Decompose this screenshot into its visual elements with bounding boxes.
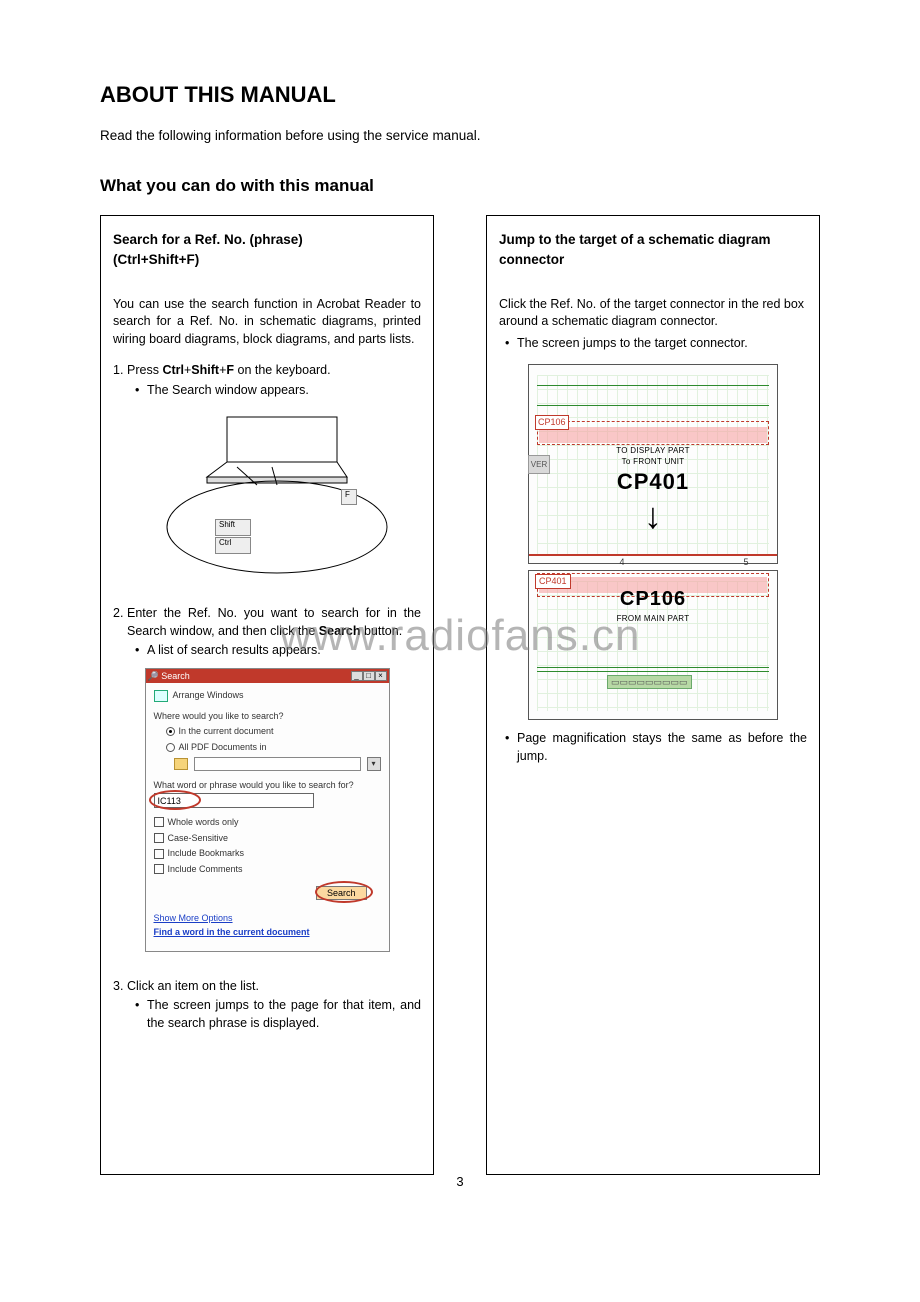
key-shift: Shift	[215, 519, 251, 536]
right-bullet1: • The screen jumps to the target connect…	[505, 335, 807, 353]
left-column: Search for a Ref. No. (phrase) (Ctrl+Shi…	[100, 215, 434, 1175]
page-number: 3	[0, 1173, 920, 1191]
right-bullet2-text: Page magnification stays the same as bef…	[517, 730, 807, 765]
left-paragraph: You can use the search function in Acrob…	[113, 296, 421, 349]
right-bullet1-text: The screen jumps to the target connector…	[517, 335, 807, 353]
arrange-windows-icon	[154, 690, 168, 702]
phrase-label: What word or phrase would you like to se…	[154, 779, 381, 792]
radio-current-label: In the current document	[179, 725, 274, 738]
ruler-top: 4 5	[529, 554, 777, 564]
checkbox-case-sensitive[interactable]	[154, 833, 164, 843]
left-heading: Search for a Ref. No. (phrase) (Ctrl+Shi…	[113, 230, 421, 269]
folder-icon	[174, 758, 188, 770]
highlight-circle-button	[315, 881, 373, 903]
schematic-center-top: TO DISPLAY PART To FRONT UNIT CP401	[529, 445, 777, 498]
opt-case-label: Case-Sensitive	[168, 832, 229, 845]
step-3: 3. Click an item on the list.	[113, 978, 421, 996]
cp401-large-label[interactable]: CP401	[529, 467, 777, 498]
left-heading-line2: (Ctrl+Shift+F)	[113, 252, 199, 267]
opt-comments-label: Include Comments	[168, 863, 243, 876]
two-columns: Search for a Ref. No. (phrase) (Ctrl+Shi…	[100, 215, 820, 1175]
schematic-bottom: CP401 CP106 FROM MAIN PART ▭▭▭▭▭▭▭▭▭	[528, 570, 778, 720]
opt-whole-words-label: Whole words only	[168, 816, 239, 829]
checkbox-include-comments[interactable]	[154, 864, 164, 874]
step1-bullet-text: The Search window appears.	[147, 382, 421, 400]
step1-bold-shift: Shift	[191, 363, 219, 377]
from-main-label: FROM MAIN PART	[529, 613, 777, 624]
key-f: F	[341, 489, 357, 505]
step3-bullet: • The screen jumps to the page for that …	[135, 997, 421, 1032]
right-column: Jump to the target of a schematic diagra…	[486, 215, 820, 1175]
step1-suffix: on the keyboard.	[234, 363, 331, 377]
step2-bullet-text: A list of search results appears.	[147, 642, 421, 660]
opt-bookmarks-label: Include Bookmarks	[168, 847, 245, 860]
schematic-figure: VER CP106 TO DISPLAY PART To FRONT UNIT …	[528, 364, 778, 720]
step-1: 1. Press Ctrl+Shift+F on the keyboard.	[113, 362, 421, 380]
step1-bold-f: F	[226, 363, 234, 377]
ruler-4: 4	[591, 556, 653, 564]
arrange-windows-row[interactable]: Arrange Windows	[154, 689, 381, 702]
link-find-in-document[interactable]: Find a word in the current document	[154, 926, 381, 939]
ruler-5: 5	[715, 556, 777, 564]
pdf-location-box	[194, 757, 361, 771]
arrow-down-icon: ↓	[644, 505, 662, 527]
close-icon[interactable]: ×	[375, 671, 387, 681]
step3-text: Click an item on the list.	[127, 978, 421, 996]
page-title: ABOUT THIS MANUAL	[100, 80, 820, 111]
step3-bullet-text: The screen jumps to the page for that it…	[147, 997, 421, 1032]
step-2: 2. Enter the Ref. No. you want to search…	[113, 605, 421, 640]
chevron-down-icon[interactable]: ▾	[367, 757, 381, 771]
step-number: 2.	[113, 605, 127, 640]
cp106-large-label[interactable]: CP106	[529, 585, 777, 613]
schematic-top: VER CP106 TO DISPLAY PART To FRONT UNIT …	[528, 364, 778, 564]
component-block: ▭▭▭▭▭▭▭▭▭	[607, 675, 692, 690]
search-window-title: 🔎 Search	[148, 670, 190, 683]
left-heading-line1: Search for a Ref. No. (phrase)	[113, 232, 303, 247]
laptop-icon	[137, 407, 397, 587]
intro-text: Read the following information before us…	[100, 127, 820, 146]
to-display-label: TO DISPLAY PART	[529, 445, 777, 456]
section-subtitle: What you can do with this manual	[100, 174, 820, 198]
search-window-titlebar: 🔎 Search _ □ ×	[146, 669, 389, 684]
where-label: Where would you like to search?	[154, 710, 381, 723]
step2-bold: Search	[319, 624, 361, 638]
cp106-label[interactable]: CP106	[535, 415, 569, 430]
to-front-label: To FRONT UNIT	[529, 456, 777, 467]
checkbox-include-bookmarks[interactable]	[154, 849, 164, 859]
step2-bullet: • A list of search results appears.	[135, 642, 421, 660]
step-number: 3.	[113, 978, 127, 996]
arrange-windows-label: Arrange Windows	[173, 689, 244, 702]
schematic-center-bottom: CP106 FROM MAIN PART	[529, 585, 777, 624]
step-number: 1.	[113, 362, 127, 380]
right-paragraph: Click the Ref. No. of the target connect…	[499, 296, 807, 331]
radio-all-pdf[interactable]	[166, 743, 175, 752]
radio-all-pdf-label: All PDF Documents in	[179, 741, 267, 754]
search-window: 🔎 Search _ □ × Arrange Windows Where wou…	[145, 668, 390, 952]
checkbox-whole-words[interactable]	[154, 817, 164, 827]
link-show-more-options[interactable]: Show More Options	[154, 912, 381, 925]
step1-prefix: Press	[127, 363, 162, 377]
right-bullet2: • Page magnification stays the same as b…	[505, 730, 807, 765]
highlight-circle-input	[149, 790, 201, 810]
step1-bold-ctrl: Ctrl	[162, 363, 184, 377]
laptop-figure: F Shift Ctrl	[113, 407, 421, 587]
search-window-figure: 🔎 Search _ □ × Arrange Windows Where wou…	[113, 668, 421, 952]
maximize-icon[interactable]: □	[363, 671, 375, 681]
window-controls[interactable]: _ □ ×	[351, 671, 387, 681]
right-heading: Jump to the target of a schematic diagra…	[499, 230, 807, 269]
step2-suffix: button.	[360, 624, 402, 638]
radio-current-document[interactable]	[166, 727, 175, 736]
minimize-icon[interactable]: _	[351, 671, 363, 681]
pdf-location-select[interactable]: ▾	[174, 757, 381, 771]
step1-bullet: • The Search window appears.	[135, 382, 421, 400]
key-ctrl: Ctrl	[215, 537, 251, 554]
